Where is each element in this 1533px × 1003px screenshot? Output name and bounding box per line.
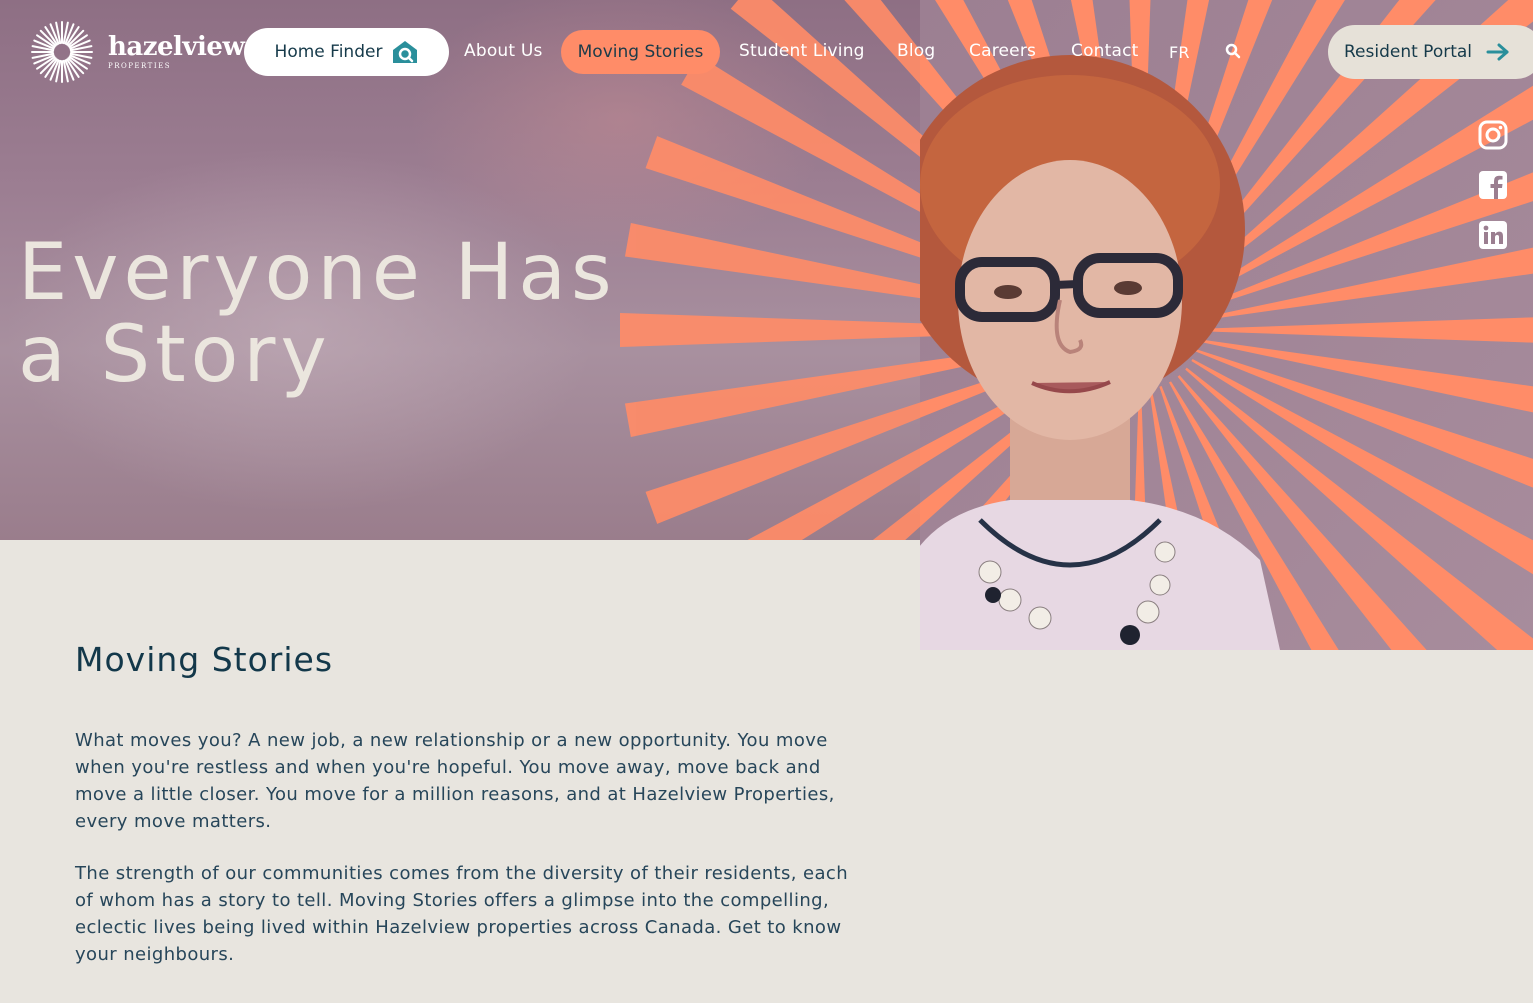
hero-title-line-1: Everyone Has [18, 228, 617, 318]
nav-contact[interactable]: Contact [1071, 41, 1139, 61]
home-finder-button[interactable]: Home Finder [244, 28, 449, 76]
nav-about-us[interactable]: About Us [464, 41, 543, 61]
intro-paragraph-2: The strength of our communities comes fr… [75, 863, 849, 965]
moving-stories-intro: Moving Stories What moves you? A new job… [75, 640, 855, 965]
nav-careers[interactable]: Careers [969, 41, 1036, 61]
search-icon [1225, 43, 1241, 59]
nav-blog[interactable]: Blog [897, 41, 935, 61]
instagram-icon [1478, 120, 1508, 150]
nav-moving-stories[interactable]: Moving Stories [561, 30, 720, 74]
brand-logo[interactable]: hazelview PROPERTIES [30, 20, 245, 84]
instagram-link[interactable] [1478, 120, 1508, 150]
linkedin-icon [1479, 221, 1507, 249]
brand-name: hazelview [108, 32, 245, 62]
home-finder-label: Home Finder [274, 42, 383, 62]
house-search-icon [392, 39, 418, 65]
resident-portal-label: Resident Portal [1344, 42, 1473, 62]
arrow-right-icon [1486, 43, 1510, 61]
portrait-image [920, 0, 1533, 650]
linkedin-link[interactable] [1478, 220, 1508, 250]
intro-paragraph-1: What moves you? A new job, a new relatio… [75, 730, 835, 832]
nav-moving-stories-label: Moving Stories [577, 42, 704, 62]
sunburst-logo-icon [31, 21, 93, 83]
hero-title-line-2: a Story [18, 310, 332, 400]
hero-title: Everyone Has a Story [18, 232, 718, 396]
language-toggle-fr[interactable]: FR [1169, 43, 1190, 62]
search-button[interactable] [1225, 43, 1241, 63]
section-heading: Moving Stories [75, 640, 334, 679]
nav-student-living[interactable]: Student Living [739, 41, 865, 61]
brand-subtitle: PROPERTIES [108, 62, 172, 70]
facebook-link[interactable] [1478, 170, 1508, 200]
facebook-icon [1479, 171, 1507, 199]
resident-portal-button[interactable]: Resident Portal [1328, 25, 1533, 79]
